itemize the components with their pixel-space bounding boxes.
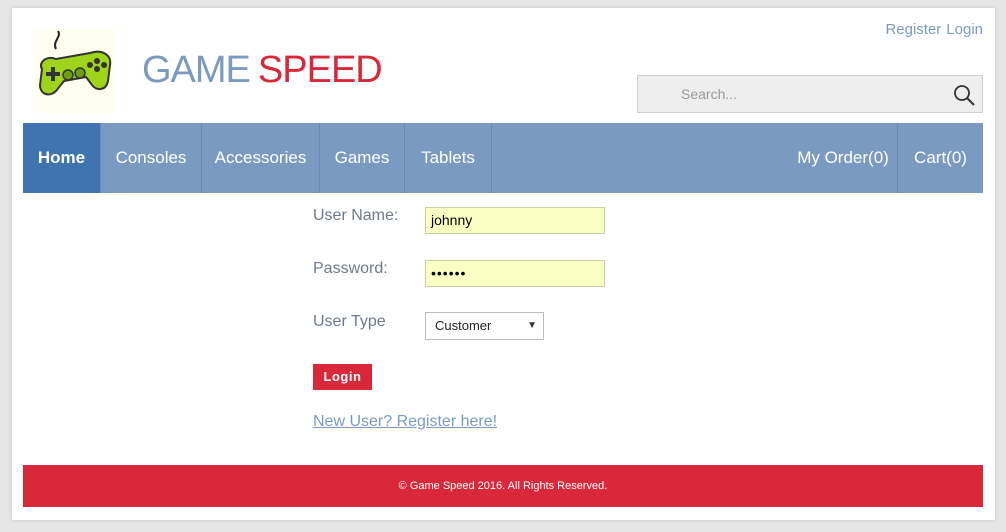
site-logo-text[interactable]: GAME SPEED bbox=[142, 49, 383, 91]
dropdown-arrow-icon: ▼ bbox=[527, 320, 537, 331]
nav-item-consoles[interactable]: Consoles bbox=[101, 123, 202, 193]
nav-item-cart[interactable]: Cart(0) bbox=[898, 123, 983, 193]
logo-word-game: GAME bbox=[142, 49, 251, 91]
gamepad-logo-icon[interactable] bbox=[34, 29, 116, 113]
footer: © Game Speed 2016. All Rights Reserved. bbox=[23, 465, 983, 507]
username-label: User Name: bbox=[313, 207, 399, 224]
register-top-link[interactable]: Register bbox=[885, 21, 941, 38]
user-type-label: User Type bbox=[313, 313, 386, 330]
username-input[interactable]: johnny bbox=[425, 207, 605, 234]
nav-item-home[interactable]: Home bbox=[23, 123, 101, 193]
search-input[interactable] bbox=[638, 76, 943, 112]
page: GAMESPEED Register Login Home Consoles Ac… bbox=[12, 8, 995, 520]
copyright-text: © Game Speed 2016. All Rights Reserved. bbox=[398, 480, 608, 492]
new-user-register-link[interactable]: New User? Register here! bbox=[313, 413, 497, 431]
nav-item-tablets[interactable]: Tablets bbox=[405, 123, 492, 193]
password-label: Password: bbox=[313, 260, 388, 277]
nav-item-my-order[interactable]: My Order(0) bbox=[789, 123, 898, 193]
account-links: Register Login bbox=[885, 21, 983, 38]
user-type-value: Customer bbox=[435, 318, 492, 333]
nav-item-accessories[interactable]: Accessories bbox=[202, 123, 320, 193]
main-nav: Home Consoles Accessories Games Tablets … bbox=[23, 123, 983, 193]
nav-item-games[interactable]: Games bbox=[320, 123, 405, 193]
login-top-link[interactable]: Login bbox=[946, 21, 983, 38]
search-box bbox=[637, 75, 983, 113]
search-icon[interactable] bbox=[952, 83, 976, 107]
login-button[interactable]: Login bbox=[313, 364, 372, 390]
header: GAME SPEED Register Login bbox=[12, 8, 995, 123]
user-type-select[interactable]: Customer ▼ bbox=[425, 312, 544, 340]
password-input[interactable]: •••••• bbox=[425, 260, 605, 287]
logo-word-speed: SPEED bbox=[257, 49, 383, 91]
